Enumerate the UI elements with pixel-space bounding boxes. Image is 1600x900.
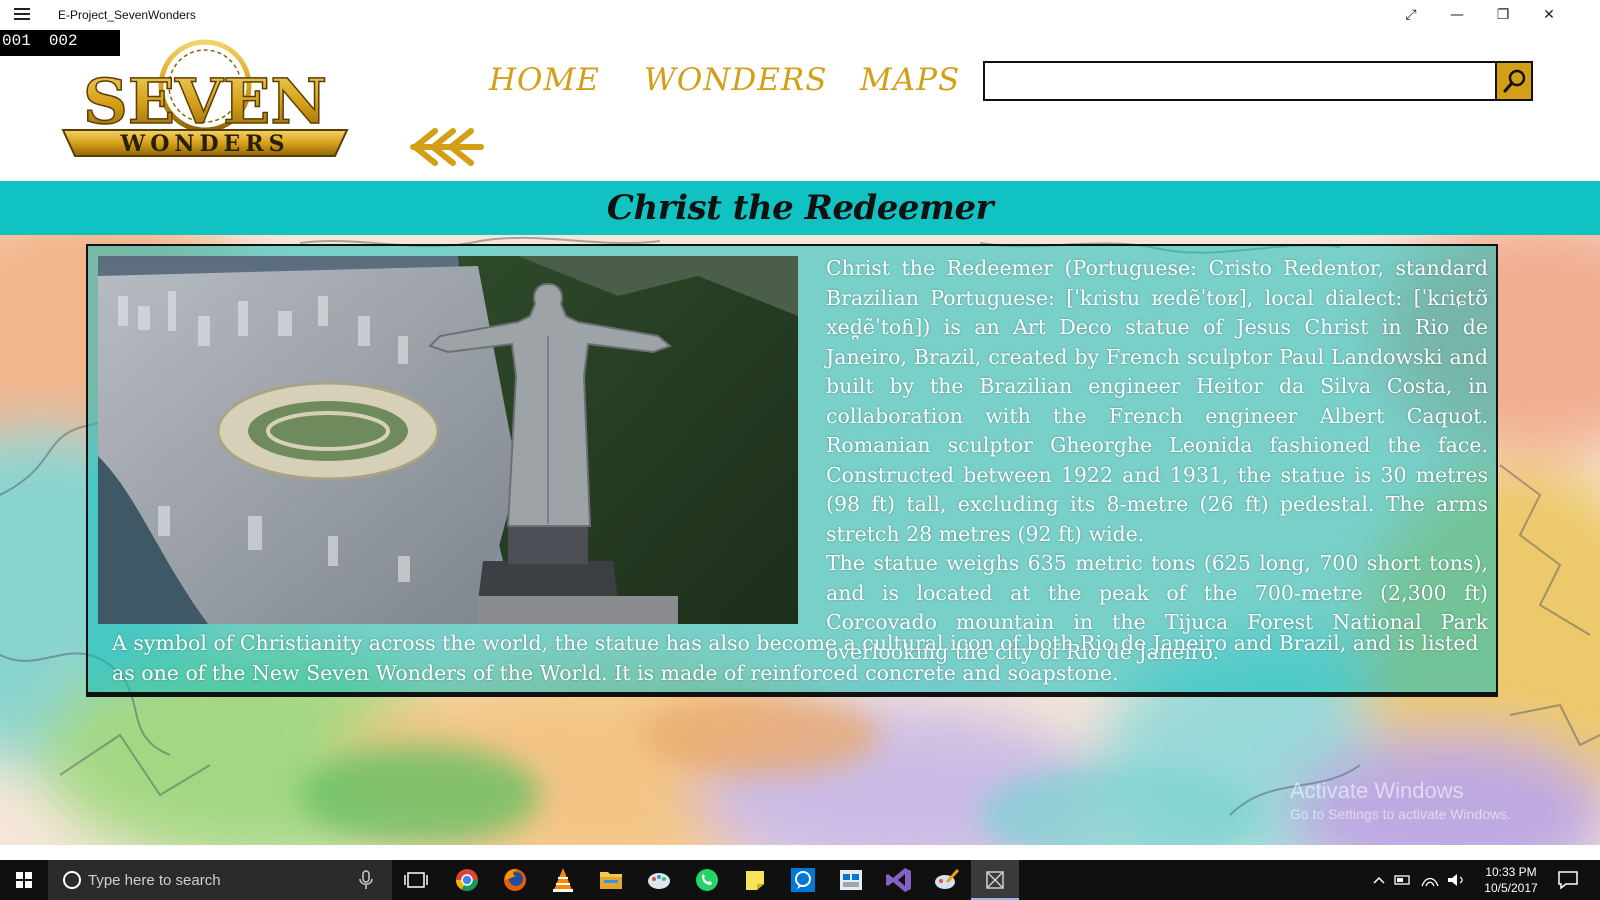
whatsapp-icon <box>696 869 718 891</box>
clock-date: 10/5/2017 <box>1484 881 1538 895</box>
nav-wonders[interactable]: WONDERS <box>644 62 827 98</box>
vlc-icon <box>553 868 573 892</box>
search-button[interactable] <box>1495 63 1531 99</box>
taskbar-current-app[interactable] <box>971 860 1019 900</box>
taskbar-visual-studio[interactable] <box>875 860 923 900</box>
task-view-icon <box>404 872 428 888</box>
restore-button[interactable]: ❐ <box>1480 0 1526 30</box>
close-button[interactable]: ✕ <box>1526 0 1572 30</box>
app-window-icon <box>986 871 1004 889</box>
taskbar-store[interactable] <box>827 860 875 900</box>
taskbar-messaging[interactable] <box>779 860 827 900</box>
taskbar-whatsapp[interactable] <box>683 860 731 900</box>
windows-logo-icon <box>16 872 32 888</box>
counter-value-1: 001 <box>2 32 31 50</box>
chrome-icon <box>456 869 478 891</box>
article-paragraph-1: Christ the Redeemer (Portuguese: Cristo … <box>826 256 1488 546</box>
microphone-icon[interactable] <box>358 870 374 890</box>
minimize-button[interactable]: — <box>1434 0 1480 30</box>
windows-taskbar: Type here to search 10:33 PM 10/5/2017 <box>0 860 1600 900</box>
taskbar-paint-brush[interactable] <box>923 860 971 900</box>
article-text: Christ the Redeemer (Portuguese: Cristo … <box>826 254 1488 667</box>
volume-icon <box>1448 874 1457 886</box>
messaging-icon <box>791 868 815 892</box>
sticky-notes-icon <box>746 871 764 890</box>
paint-icon <box>648 873 670 889</box>
search-icon <box>1503 69 1526 93</box>
hamburger-menu-icon[interactable] <box>14 8 30 22</box>
nav-maps[interactable]: MAPS <box>860 62 960 98</box>
fullscreen-icon[interactable]: ⤢ <box>1388 0 1434 30</box>
logo-wonders-text: WONDERS <box>120 131 290 157</box>
file-explorer-icon <box>600 872 622 889</box>
watermark-title: Activate Windows <box>1290 778 1464 803</box>
store-icon <box>840 870 862 890</box>
nav-home[interactable]: HOME <box>489 62 600 98</box>
visual-studio-icon <box>886 868 911 892</box>
taskbar-search-box[interactable]: Type here to search <box>48 860 392 900</box>
back-arrow-icon[interactable] <box>405 125 485 170</box>
task-view-button[interactable] <box>392 860 440 900</box>
taskbar-sticky-notes[interactable] <box>731 860 779 900</box>
page-title: Christ the Redeemer <box>606 188 994 228</box>
window-titlebar: E-Project_SevenWonders ⤢ — ❐ ✕ <box>0 0 1600 30</box>
article-paragraph-3: A symbol of Christianity across the worl… <box>112 631 1479 685</box>
chevron-up-icon <box>1373 876 1385 884</box>
taskbar-clock[interactable]: 10:33 PM 10/5/2017 <box>1478 864 1544 896</box>
cortana-icon <box>63 871 81 889</box>
clock-time: 10:33 PM <box>1485 865 1537 879</box>
christ-the-redeemer-photo <box>98 256 798 624</box>
article-panel: Christ the Redeemer (Portuguese: Cristo … <box>86 244 1498 694</box>
activate-windows-watermark: Activate Windows Go to Settings to activ… <box>1290 778 1511 822</box>
start-button[interactable] <box>0 860 48 900</box>
firefox-icon <box>504 868 526 891</box>
window-title: E-Project_SevenWonders <box>58 8 196 22</box>
taskbar-paint[interactable] <box>635 860 683 900</box>
taskbar-vlc[interactable] <box>539 860 587 900</box>
search-box <box>983 61 1533 101</box>
taskbar-file-explorer[interactable] <box>587 860 635 900</box>
taskbar-chrome[interactable] <box>443 860 491 900</box>
search-input[interactable] <box>985 63 1495 99</box>
logo-seven-text: SEVEN <box>83 65 327 138</box>
seven-wonders-logo[interactable]: SEVEN WONDERS <box>55 38 355 163</box>
action-center-icon[interactable] <box>1556 870 1580 890</box>
title-band: Christ the Redeemer <box>0 181 1600 235</box>
paint-brush-icon <box>935 868 960 889</box>
system-tray[interactable] <box>1370 870 1480 890</box>
taskbar-firefox[interactable] <box>491 860 539 900</box>
watermark-subtitle: Go to Settings to activate Windows. <box>1290 806 1511 822</box>
taskbar-search-placeholder: Type here to search <box>88 872 221 889</box>
